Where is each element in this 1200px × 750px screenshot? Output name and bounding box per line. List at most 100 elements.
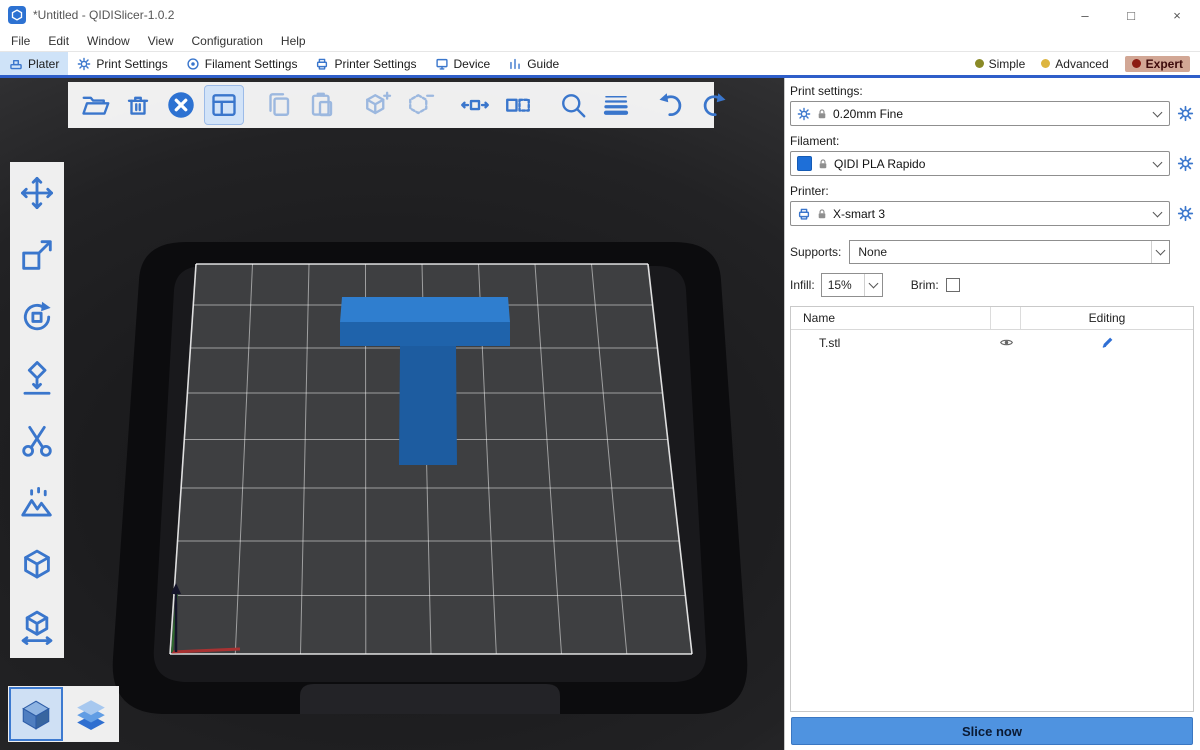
column-header-visibility (991, 307, 1021, 329)
mode-advanced[interactable]: Advanced (1041, 57, 1108, 71)
visibility-toggle[interactable] (991, 335, 1021, 350)
brim-checkbox[interactable] (946, 278, 960, 292)
measure-button[interactable] (16, 606, 58, 648)
tab-printer-settings[interactable]: Printer Settings (306, 52, 425, 75)
add-instance-button[interactable] (358, 86, 396, 124)
dropdown-arrow-zone (1151, 241, 1169, 263)
chevron-down-icon (868, 279, 878, 289)
infill-label: Infill: (790, 278, 815, 292)
filament-settings-gear-button[interactable] (1176, 155, 1194, 173)
guide-icon (508, 57, 522, 71)
seam-icon (18, 546, 56, 584)
variable-layer-height-icon (601, 90, 631, 120)
print-profile-select[interactable]: 0.20mm Fine (790, 101, 1170, 126)
expert-mode-dot (1132, 59, 1141, 68)
gear-icon (1177, 155, 1194, 172)
split-to-objects-button[interactable] (456, 86, 494, 124)
lock-icon (816, 208, 828, 220)
supports-select[interactable]: None (849, 240, 1170, 264)
open-button[interactable] (76, 86, 114, 124)
maximize-button[interactable]: □ (1108, 0, 1154, 30)
menu-help[interactable]: Help (272, 30, 315, 52)
view-switch (8, 686, 119, 742)
lock-icon (816, 108, 828, 120)
menu-configuration[interactable]: Configuration (183, 30, 272, 52)
edit-object-button[interactable] (1021, 335, 1193, 350)
paste-button[interactable] (303, 86, 341, 124)
printer-profile-select[interactable]: X-smart 3 (790, 201, 1170, 226)
undo-button[interactable] (652, 86, 690, 124)
place-on-face-button[interactable] (16, 358, 58, 400)
bed-3d-scene (0, 78, 784, 750)
variable-layer-height-button[interactable] (597, 86, 635, 124)
split-to-parts-button[interactable] (499, 86, 537, 124)
filament-profile-value: QIDI PLA Rapido (834, 157, 1145, 171)
delete-button[interactable] (119, 86, 157, 124)
seam-button[interactable] (16, 544, 58, 586)
menu-edit[interactable]: Edit (39, 30, 78, 52)
filament-profile-select[interactable]: QIDI PLA Rapido (790, 151, 1170, 176)
window-title: *Untitled - QIDISlicer-1.0.2 (33, 8, 174, 22)
editor-3d-view-button[interactable] (11, 689, 61, 739)
chevron-down-icon (1153, 207, 1163, 217)
filament-settings-icon (186, 57, 200, 71)
menu-window[interactable]: Window (78, 30, 139, 52)
preview-layers-view-button[interactable] (66, 689, 116, 739)
printer-label: Printer: (790, 184, 1194, 198)
gizmo-toolbar (10, 162, 64, 658)
tab-device[interactable]: Device (426, 52, 500, 75)
move-button[interactable] (16, 172, 58, 214)
menu-view[interactable]: View (139, 30, 183, 52)
trash-icon (123, 90, 153, 120)
scale-icon (18, 236, 56, 274)
tab-print-settings[interactable]: Print Settings (68, 52, 176, 75)
tab-guide[interactable]: Guide (499, 52, 568, 75)
printer-settings-gear-button[interactable] (1176, 205, 1194, 223)
paint-supports-button[interactable] (16, 482, 58, 524)
infill-select[interactable]: 15% (821, 273, 883, 297)
eye-icon (999, 335, 1014, 350)
scale-button[interactable] (16, 234, 58, 276)
move-icon (18, 174, 56, 212)
search-button[interactable] (554, 86, 592, 124)
tabbar: Plater Print Settings Filament Settings … (0, 52, 1200, 78)
gear-icon (797, 107, 811, 121)
measure-icon (18, 608, 56, 646)
split-to-parts-icon (503, 90, 533, 120)
remove-instance-button[interactable] (401, 86, 439, 124)
add-instance-icon (362, 90, 392, 120)
redo-button[interactable] (695, 86, 733, 124)
slice-now-button[interactable]: Slice now (791, 717, 1193, 745)
tab-filament-settings[interactable]: Filament Settings (177, 52, 307, 75)
object-row[interactable]: T.stl (791, 330, 1193, 355)
print-settings-gear-button[interactable] (1176, 105, 1194, 123)
menu-file[interactable]: File (2, 30, 39, 52)
tab-plater[interactable]: Plater (0, 52, 68, 75)
supports-label: Supports: (790, 245, 841, 259)
paint-supports-icon (18, 484, 56, 522)
mode-simple[interactable]: Simple (975, 57, 1026, 71)
viewport-3d[interactable] (0, 78, 784, 750)
mode-expert[interactable]: Expert (1125, 56, 1190, 72)
search-icon (558, 90, 588, 120)
menubar: File Edit Window View Configuration Help (0, 30, 1200, 52)
supports-value: None (858, 245, 1151, 259)
split-to-objects-icon (460, 90, 490, 120)
printer-icon (797, 207, 811, 221)
rotate-button[interactable] (16, 296, 58, 338)
arrange-button[interactable] (205, 86, 243, 124)
remove-instance-icon (405, 90, 435, 120)
cut-button[interactable] (16, 420, 58, 462)
arrange-icon (209, 90, 239, 120)
plater-toolbar (68, 82, 714, 128)
delete-all-button[interactable] (162, 86, 200, 124)
copy-button[interactable] (260, 86, 298, 124)
dropdown-arrow-zone (864, 274, 882, 296)
printer-profile-value: X-smart 3 (833, 207, 1145, 221)
filament-color-swatch (797, 156, 812, 171)
minimize-button[interactable]: – (1062, 0, 1108, 30)
sidebar: Print settings: 0.20mm Fine (784, 78, 1200, 750)
chevron-down-icon (1156, 246, 1166, 256)
print-profile-value: 0.20mm Fine (833, 107, 1145, 121)
close-button[interactable]: × (1154, 0, 1200, 30)
